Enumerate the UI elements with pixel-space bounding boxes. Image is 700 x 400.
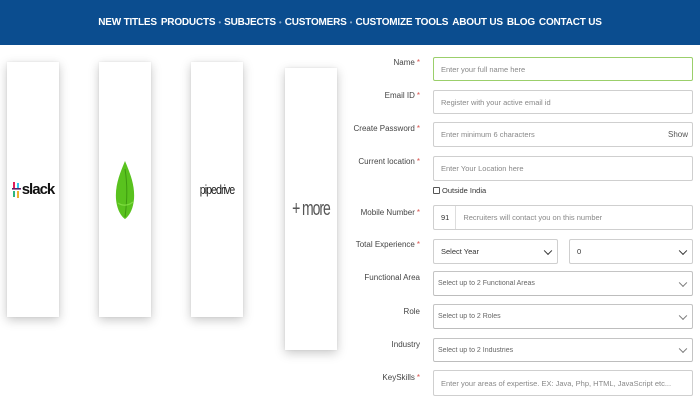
slack-mark-icon bbox=[11, 181, 21, 198]
functional-area-label: Functional Area bbox=[364, 273, 420, 282]
nav-contact-us[interactable]: CONTACT US bbox=[539, 17, 602, 28]
experience-year-value: Select Year bbox=[441, 247, 479, 256]
nav-new-titles[interactable]: NEW TITLES bbox=[98, 17, 157, 28]
chevron-down-icon bbox=[543, 246, 553, 255]
nav-separator: • bbox=[278, 18, 282, 27]
nav-customize-tools[interactable]: CUSTOMIZE TOOLS bbox=[355, 17, 448, 28]
name-label: Name * bbox=[394, 58, 420, 67]
functional-area-label-text: Functional Area bbox=[364, 273, 420, 282]
mobile-field[interactable]: 91 Recruiters will contact you on this n… bbox=[433, 205, 693, 230]
sprout-logo-icon bbox=[114, 159, 136, 221]
chevron-down-icon bbox=[678, 278, 688, 287]
required-marker: * bbox=[416, 373, 420, 382]
password-field[interactable]: Enter minimum 6 characters Show bbox=[433, 122, 693, 147]
mobile-placeholder: Recruiters will contact you on this numb… bbox=[463, 213, 603, 222]
experience-label: Total Experience * bbox=[356, 240, 420, 249]
required-marker: * bbox=[416, 58, 420, 67]
functional-area-select[interactable]: Select up to 2 Functional Areas bbox=[433, 271, 693, 296]
slack-logo: slack bbox=[11, 181, 56, 199]
required-marker: * bbox=[416, 124, 420, 133]
keyskills-label-text: KeySkills bbox=[382, 373, 415, 382]
slack-wordmark: slack bbox=[21, 181, 56, 198]
nav-separator: • bbox=[349, 18, 353, 27]
location-label-text: Current location bbox=[358, 157, 415, 166]
chevron-down-icon bbox=[678, 344, 688, 354]
name-field[interactable]: Enter your full name here bbox=[433, 57, 693, 81]
main-nav: NEW TITLES PRODUCTS • SUBJECTS • CUSTOME… bbox=[98, 0, 602, 45]
location-field[interactable]: Enter Your Location here bbox=[433, 156, 693, 181]
more-partners-label: + more bbox=[292, 197, 331, 220]
keyskills-label: KeySkills * bbox=[382, 373, 420, 382]
experience-year-select[interactable]: Select Year bbox=[433, 239, 558, 264]
required-marker: * bbox=[416, 91, 420, 100]
nav-subjects[interactable]: SUBJECTS bbox=[224, 17, 276, 28]
name-placeholder: Enter your full name here bbox=[441, 64, 526, 74]
role-label-text: Role bbox=[403, 307, 420, 316]
role-placeholder: Select up to 2 Roles bbox=[438, 313, 501, 320]
outside-india-checkbox[interactable] bbox=[433, 187, 440, 194]
industry-placeholder: Select up to 2 Industries bbox=[438, 346, 514, 354]
role-label: Role bbox=[404, 307, 420, 316]
required-marker: * bbox=[416, 208, 420, 217]
partner-card-sprout[interactable] bbox=[99, 62, 151, 317]
partner-card-more[interactable]: + more bbox=[285, 68, 337, 350]
outside-india-label: Outside India bbox=[442, 186, 487, 195]
top-navigation-bar: NEW TITLES PRODUCTS • SUBJECTS • CUSTOME… bbox=[0, 0, 700, 45]
nav-customers[interactable]: CUSTOMERS bbox=[285, 17, 347, 28]
email-label-text: Email ID bbox=[384, 91, 415, 100]
chevron-down-icon bbox=[678, 311, 688, 320]
industry-label: Industry bbox=[392, 340, 420, 349]
partner-card-slack[interactable]: slack bbox=[7, 62, 59, 317]
experience-month-select[interactable]: 0 bbox=[569, 239, 693, 264]
industry-label-text: Industry bbox=[391, 340, 420, 349]
email-placeholder: Register with your active email id bbox=[441, 97, 551, 107]
mobile-label: Mobile Number * bbox=[361, 208, 420, 217]
show-password-button[interactable]: Show bbox=[668, 130, 688, 139]
keyskills-field[interactable]: Enter your areas of expertise. EX: Java,… bbox=[433, 370, 693, 396]
pipedrive-logo: pipedrive bbox=[199, 182, 235, 197]
country-code[interactable]: 91 bbox=[441, 206, 457, 229]
chevron-down-icon bbox=[678, 246, 688, 255]
name-label-text: Name bbox=[393, 58, 415, 67]
nav-separator: • bbox=[218, 18, 222, 27]
password-label: Create Password * bbox=[354, 124, 420, 133]
mobile-label-text: Mobile Number bbox=[360, 208, 415, 217]
email-field[interactable]: Register with your active email id bbox=[433, 90, 693, 114]
experience-month-value: 0 bbox=[577, 247, 582, 256]
industry-select[interactable]: Select up to 2 Industries bbox=[433, 338, 693, 362]
role-select[interactable]: Select up to 2 Roles bbox=[433, 304, 693, 329]
required-marker: * bbox=[416, 240, 420, 249]
location-placeholder: Enter Your Location here bbox=[441, 164, 524, 173]
password-label-text: Create Password bbox=[353, 124, 415, 133]
nav-about-us[interactable]: ABOUT US bbox=[452, 17, 503, 28]
email-label: Email ID * bbox=[385, 91, 420, 100]
location-label: Current location * bbox=[358, 157, 420, 166]
password-placeholder: Enter minimum 6 characters bbox=[441, 130, 535, 139]
partner-card-pipedrive[interactable]: pipedrive bbox=[191, 62, 243, 317]
keyskills-placeholder: Enter your areas of expertise. EX: Java,… bbox=[441, 378, 672, 388]
functional-area-placeholder: Select up to 2 Functional Areas bbox=[438, 280, 535, 287]
outside-india-option[interactable]: Outside India bbox=[433, 186, 486, 195]
nav-products[interactable]: PRODUCTS bbox=[161, 17, 216, 28]
required-marker: * bbox=[416, 157, 420, 166]
experience-label-text: Total Experience bbox=[355, 240, 415, 249]
nav-blog[interactable]: BLOG bbox=[507, 17, 535, 28]
